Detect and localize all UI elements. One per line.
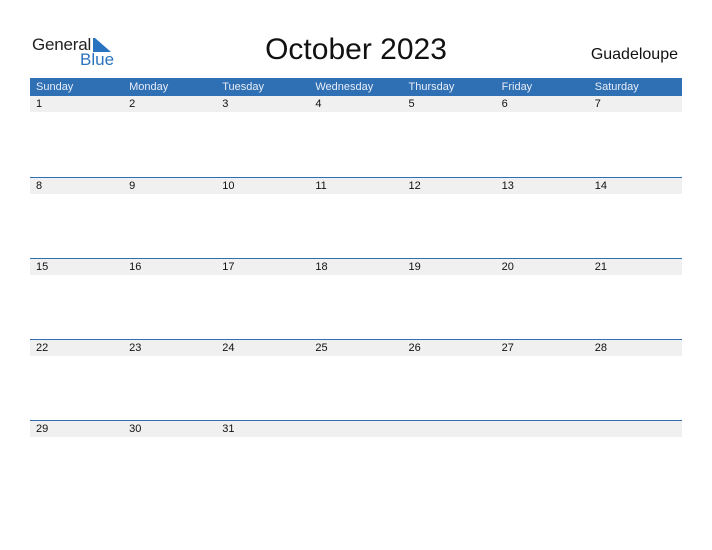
day-cell: 21 bbox=[594, 261, 607, 273]
day-cell: 7 bbox=[594, 98, 601, 110]
date-strip: 15 16 17 18 19 20 21 bbox=[30, 259, 682, 275]
day-cell: 20 bbox=[501, 261, 514, 273]
day-cell: 27 bbox=[501, 342, 514, 354]
day-cell: 28 bbox=[594, 342, 607, 354]
day-cell: 1 bbox=[36, 98, 43, 110]
day-cell: 25 bbox=[315, 342, 328, 354]
calendar-grid: Sunday Monday Tuesday Wednesday Thursday… bbox=[30, 78, 682, 501]
day-cell: 2 bbox=[129, 98, 136, 110]
day-cell: 13 bbox=[501, 180, 514, 192]
day-cell: 31 bbox=[222, 423, 235, 435]
day-cell bbox=[589, 421, 682, 437]
day-cell: 9 bbox=[129, 180, 136, 192]
date-strip: 8 9 10 11 12 13 14 bbox=[30, 178, 682, 194]
day-cell: 29 bbox=[36, 423, 49, 435]
weekday-sunday: Sunday bbox=[36, 81, 74, 93]
day-cell: 30 bbox=[129, 423, 142, 435]
date-strip: 1 2 3 4 5 6 7 bbox=[30, 96, 682, 112]
week-row: 8 9 10 11 12 13 14 bbox=[30, 177, 682, 258]
weekday-saturday: Saturday bbox=[594, 81, 639, 93]
weekday-header: Sunday Monday Tuesday Wednesday Thursday… bbox=[30, 78, 682, 96]
day-cell: 19 bbox=[408, 261, 421, 273]
day-cell: 17 bbox=[222, 261, 235, 273]
day-cell: 11 bbox=[315, 180, 327, 192]
day-cell: 26 bbox=[408, 342, 421, 354]
day-cell: 6 bbox=[501, 98, 508, 110]
weeks-container: 1 2 3 4 5 6 7 8 9 10 11 12 13 14 15 16 17 18 19 20 21 22 23 24 2… bbox=[30, 96, 682, 501]
date-strip: 29 30 31 bbox=[30, 421, 682, 437]
weekday-thursday: Thursday bbox=[408, 81, 455, 93]
week-row: 15 16 17 18 19 20 21 bbox=[30, 258, 682, 339]
day-cell: 14 bbox=[594, 180, 607, 192]
day-cell: 16 bbox=[129, 261, 142, 273]
weekday-wednesday: Wednesday bbox=[315, 81, 374, 93]
day-cell: 24 bbox=[222, 342, 235, 354]
day-cell bbox=[309, 421, 402, 437]
day-cell: 22 bbox=[36, 342, 49, 354]
day-cell: 15 bbox=[36, 261, 49, 273]
week-row: 29 30 31 bbox=[30, 420, 682, 501]
day-cell bbox=[496, 421, 589, 437]
day-cell: 5 bbox=[408, 98, 415, 110]
day-cell: 10 bbox=[222, 180, 235, 192]
day-cell: 4 bbox=[315, 98, 322, 110]
region-label: Guadeloupe bbox=[590, 46, 678, 63]
day-cell bbox=[403, 421, 496, 437]
weekday-tuesday: Tuesday bbox=[222, 81, 265, 93]
day-cell: 3 bbox=[222, 98, 229, 110]
day-cell: 18 bbox=[315, 261, 328, 273]
day-cell: 12 bbox=[408, 180, 421, 192]
weekday-monday: Monday bbox=[129, 81, 169, 93]
week-row: 22 23 24 25 26 27 28 bbox=[30, 339, 682, 420]
week-row: 1 2 3 4 5 6 7 bbox=[30, 96, 682, 177]
day-cell: 23 bbox=[129, 342, 142, 354]
day-cell: 8 bbox=[36, 180, 43, 192]
date-strip: 22 23 24 25 26 27 28 bbox=[30, 340, 682, 356]
weekday-friday: Friday bbox=[501, 81, 533, 93]
